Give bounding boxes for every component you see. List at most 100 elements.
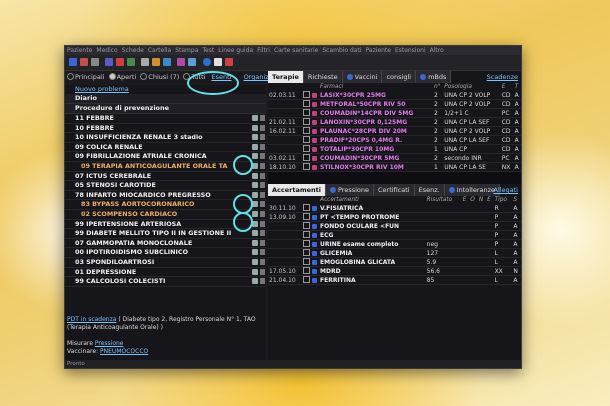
exam-icon[interactable]	[127, 58, 135, 66]
problem-item[interactable]: 10 FEBBRE	[65, 124, 266, 134]
select-checkbox[interactable]	[302, 153, 311, 163]
attachment-icon[interactable]	[260, 230, 265, 237]
menu-item[interactable]: Altro	[430, 47, 444, 54]
attachment-icon[interactable]	[260, 162, 265, 169]
menu-item[interactable]: Paziente	[366, 47, 391, 54]
document-icon[interactable]	[252, 134, 258, 141]
exam-row[interactable]: FONDO OCULARE <FUN P A	[268, 221, 521, 231]
therapy-row[interactable]: 16.02.11 PLAUNAC*28CPR DIV 20M 2 UNA CP 2 V…	[268, 126, 521, 136]
menu-item[interactable]: Test	[202, 47, 214, 54]
filter-radio-chiusi[interactable]	[140, 73, 148, 80]
tab-terapie[interactable]: Terapie	[268, 71, 304, 83]
exam-row[interactable]: EMOGLOBINA GLICATA 5.9 L A	[268, 257, 521, 267]
select-checkbox[interactable]	[302, 144, 311, 154]
select-checkbox[interactable]	[302, 257, 311, 267]
select-checkbox[interactable]	[302, 108, 311, 118]
prescription-icon[interactable]	[116, 58, 124, 66]
problem-item[interactable]: 03 SPONDILOARTROSI	[65, 258, 266, 268]
attachment-icon[interactable]	[260, 278, 265, 285]
therapy-row[interactable]: TOTALIP*30CPR 10MG 1 UNA CP CD A	[268, 144, 521, 154]
tab-richieste[interactable]: Richieste	[303, 71, 343, 83]
exam-row[interactable]: URINE esame completo neg P A	[268, 239, 521, 249]
filter-radio-principali[interactable]	[67, 73, 74, 80]
document-icon[interactable]	[252, 239, 258, 246]
tab-vaccini[interactable]: Vaccini	[342, 71, 383, 83]
document-icon[interactable]	[252, 191, 258, 198]
problem-item[interactable]: 10 INSUFFICIENZA RENALE 3 stadio	[65, 133, 266, 143]
attachment-icon[interactable]	[260, 191, 265, 198]
info-icon[interactable]	[203, 58, 211, 66]
attachment-icon[interactable]	[260, 210, 265, 217]
pneumococco-link[interactable]: PNEUMOCOCCO	[100, 348, 148, 355]
agenda-icon[interactable]	[80, 58, 88, 66]
menu-item[interactable]: Linee guida	[218, 47, 253, 54]
tab-accertamenti[interactable]: Accertamenti	[268, 184, 326, 196]
select-checkbox[interactable]	[302, 162, 311, 172]
select-checkbox[interactable]	[302, 135, 311, 145]
therapy-row[interactable]: PRADIF*20CPS 0,4MG R. 2 UNA CP LA SEF CD A	[268, 135, 521, 145]
print-icon[interactable]	[91, 58, 99, 66]
attachment-icon[interactable]	[260, 220, 265, 227]
select-checkbox[interactable]	[302, 91, 311, 100]
attachment-icon[interactable]	[260, 201, 265, 208]
exam-row[interactable]: 13.09.10 PT <TEMPO PROTROME P A	[268, 212, 521, 222]
attachment-icon[interactable]	[260, 115, 265, 121]
document-icon[interactable]	[252, 230, 258, 237]
problem-item[interactable]: 05 STENOSI CAROTIDE	[65, 181, 266, 191]
exam-row[interactable]: 30.11.10 V.FISIATRICA R A	[268, 204, 521, 213]
select-checkbox[interactable]	[302, 230, 311, 240]
attachment-icon[interactable]	[260, 143, 265, 150]
pressione-link[interactable]: Pressione	[95, 340, 124, 347]
globe-icon[interactable]	[188, 58, 196, 66]
select-checkbox[interactable]	[302, 266, 311, 276]
therapy-row[interactable]: 21.02.11 LANOXIN*30CPR 0,125MG 2 UNA CP LA …	[268, 117, 521, 127]
select-checkbox[interactable]	[302, 99, 311, 109]
attachment-icon[interactable]	[260, 258, 265, 265]
pdt-link[interactable]: PDT in scadenza	[67, 316, 116, 323]
tab-certificati[interactable]: Certificati	[374, 184, 415, 196]
alert-icon[interactable]	[225, 58, 233, 66]
tab-consigli[interactable]: consigli	[382, 71, 417, 83]
patient-icon[interactable]	[69, 58, 77, 66]
exam-row[interactable]: 21.04.10 FERRITINA 85 L A	[268, 275, 521, 285]
select-checkbox[interactable]	[302, 212, 311, 222]
document-icon[interactable]	[252, 182, 258, 189]
menu-item[interactable]: Paziente	[67, 47, 92, 54]
allegati-link[interactable]: Allegati	[493, 184, 518, 196]
attachment-icon[interactable]	[260, 182, 265, 189]
document-icon[interactable]	[252, 172, 258, 179]
therapy-row[interactable]: 02.03.11 LASIX*30CPR 25MG 2 UNA CP 2 VOLP CD…	[268, 91, 521, 100]
document-icon[interactable]	[252, 143, 258, 150]
problem-item[interactable]: 07 GAMMOPATIA MONOCLONALE	[65, 239, 266, 249]
menu-item[interactable]: Estensioni	[395, 47, 426, 54]
attachment-icon[interactable]	[260, 134, 265, 141]
therapy-row[interactable]: METFORAL*50CPR RIV 50 2 UNA CP 2 VOLP CD A	[268, 99, 521, 109]
notes-icon[interactable]	[214, 58, 222, 66]
therapy-row[interactable]: 03.02.11 COUMADIN*30CPR 5MG 2 secondo INR PC…	[268, 153, 521, 163]
calendar-icon[interactable]	[163, 58, 171, 66]
attachment-icon[interactable]	[260, 172, 265, 179]
problem-item[interactable]: 01 DEPRESSIONE	[65, 268, 266, 278]
attachment-icon[interactable]	[260, 268, 265, 275]
select-checkbox[interactable]	[302, 221, 311, 231]
document-icon[interactable]	[252, 115, 258, 121]
attachment-icon[interactable]	[260, 249, 265, 256]
menu-item[interactable]: Scambio dati	[322, 47, 361, 54]
scadenze-link[interactable]: Scadenze	[487, 71, 518, 83]
prevention-header[interactable]: Procedure di prevenzione	[65, 104, 266, 114]
document-icon[interactable]	[252, 268, 258, 275]
select-checkbox[interactable]	[302, 239, 311, 249]
document-icon[interactable]	[141, 58, 149, 66]
tab-esenzioni[interactable]: Esenz.	[414, 184, 445, 196]
problem-item[interactable]: 99 CALCOLOSI COLECISTI	[65, 277, 266, 287]
problem-item[interactable]: 99 DIABETE MELLITO TIPO II IN GESTIONE I…	[65, 229, 266, 239]
attachment-icon[interactable]	[260, 153, 265, 160]
select-checkbox[interactable]	[302, 117, 311, 127]
menu-item[interactable]: Filtri	[257, 47, 270, 54]
menu-item[interactable]: Medico	[96, 47, 117, 54]
menu-item[interactable]: Stampa	[175, 47, 198, 54]
tab-pressione[interactable]: Pressione	[326, 184, 375, 196]
problem-item[interactable]: 09 COLICA RENALE	[65, 143, 266, 153]
exam-row[interactable]: GLICEMIA 127 L A	[268, 248, 521, 258]
lab-icon[interactable]	[152, 58, 160, 66]
